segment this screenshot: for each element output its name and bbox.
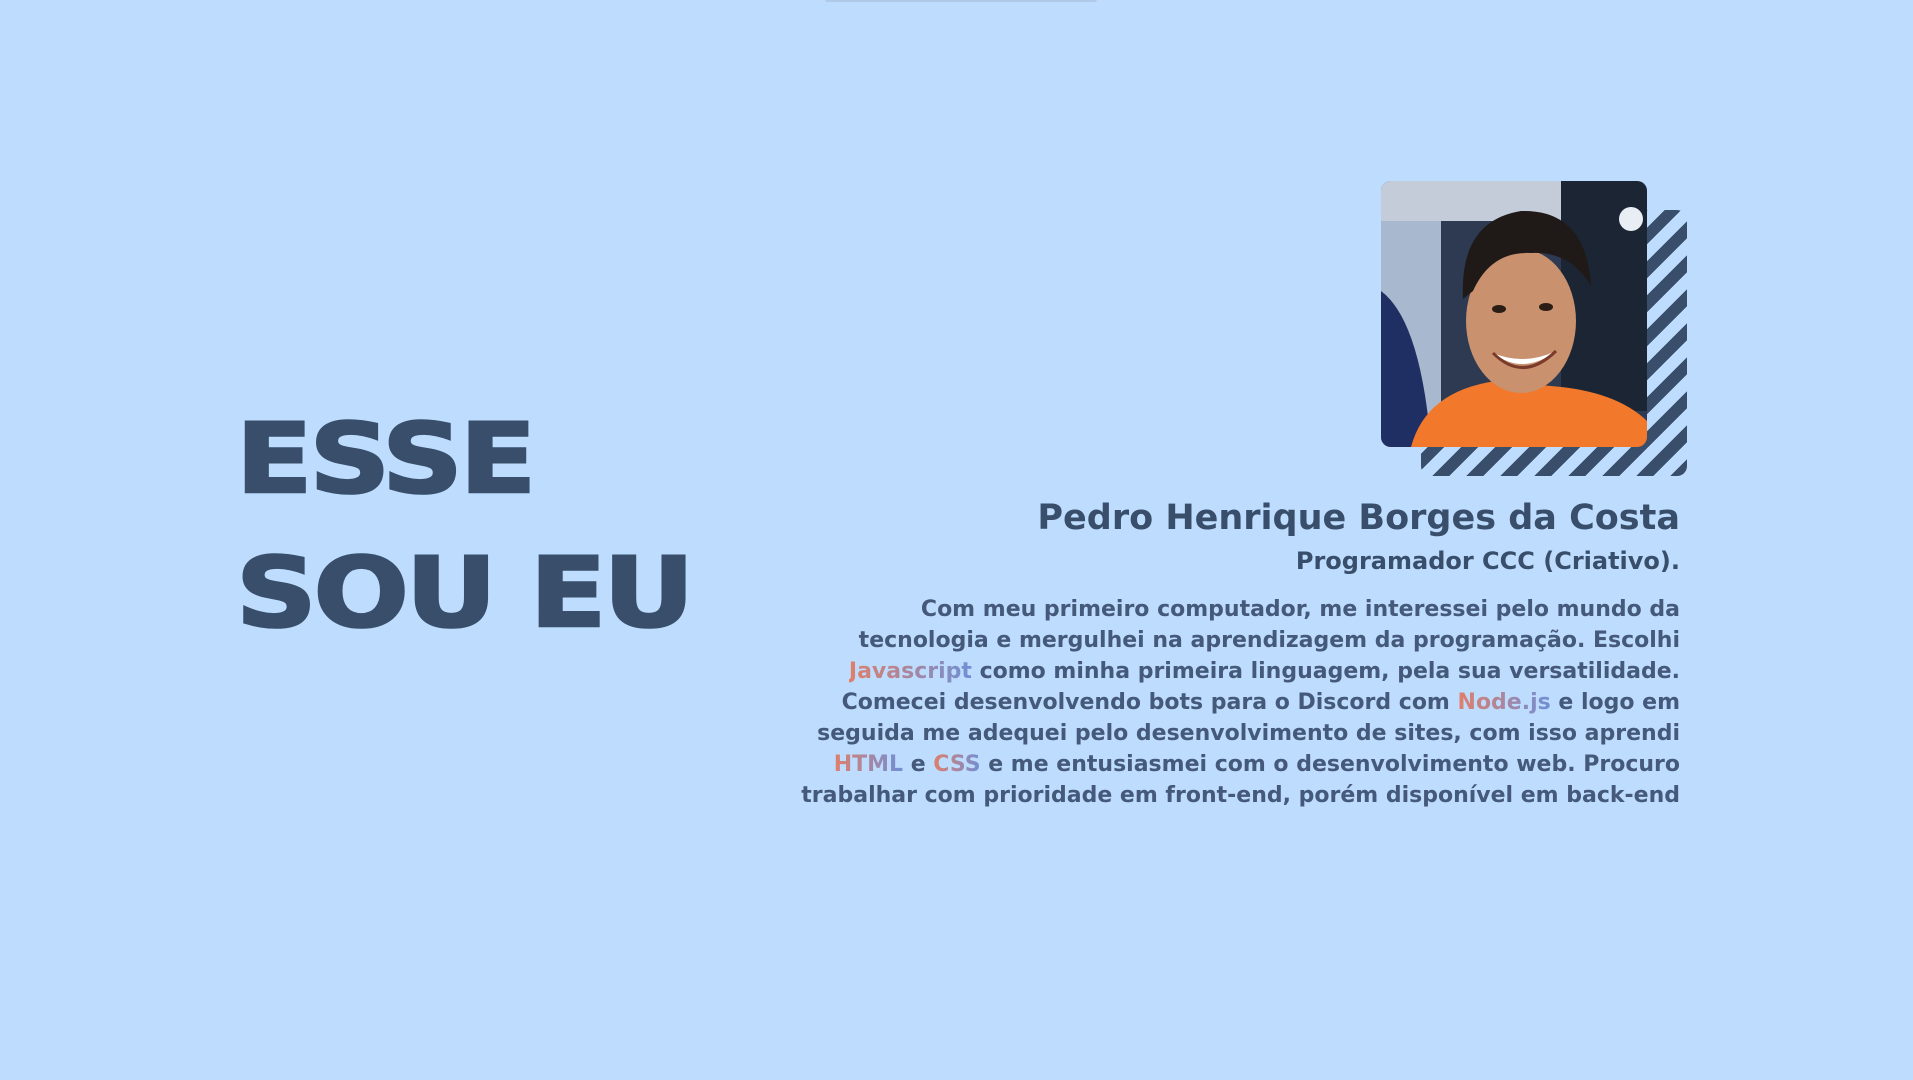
hero-heading-line-2: SOU EU <box>234 536 695 650</box>
tech-html: HTML <box>833 752 904 777</box>
top-scroll-indicator <box>825 0 1097 2</box>
bio-text: Com meu primeiro computador, me interess… <box>858 597 1680 653</box>
tech-javascript: Javascript <box>848 659 972 684</box>
bio-text: e <box>903 752 934 777</box>
person-bio: Com meu primeiro computador, me interess… <box>800 594 1680 811</box>
person-name: Pedro Henrique Borges da Costa <box>1037 498 1680 538</box>
hero-heading-line-1: ESSE <box>234 402 537 516</box>
profile-photo <box>1381 181 1647 447</box>
person-role: Programador CCC (Criativo). <box>1295 547 1680 575</box>
tech-css: CSS <box>933 752 981 777</box>
tech-nodejs: Node.js <box>1457 690 1551 715</box>
about-section: Pedro Henrique Borges da Costa Programad… <box>800 494 1680 811</box>
hero-heading: ESSE SOU EU <box>234 392 695 660</box>
profile-photo-frame <box>1381 181 1687 476</box>
